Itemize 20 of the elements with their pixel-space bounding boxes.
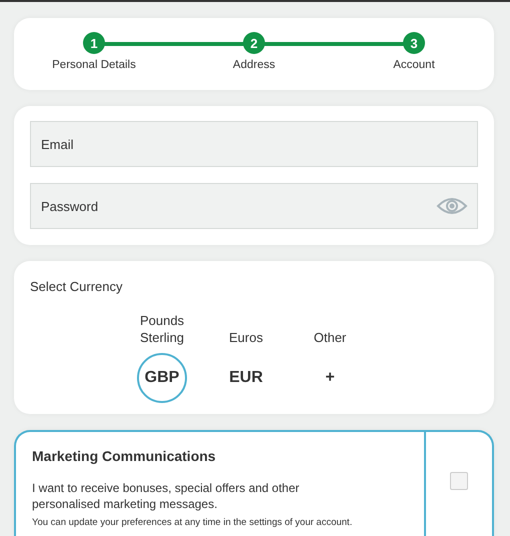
currency-option[interactable]: GBP (137, 352, 187, 402)
step-number: 2 (243, 32, 265, 54)
section-title: Marketing Communications (32, 447, 217, 466)
currency-name: Pounds Sterling (138, 312, 186, 346)
step-label: Account (393, 58, 435, 73)
currency-option[interactable]: EUR (221, 352, 271, 402)
step-number: 1 (83, 32, 105, 54)
currency-name: Euros (229, 328, 263, 346)
input-field[interactable]: Email (30, 121, 478, 167)
input-field[interactable]: Password (30, 183, 478, 229)
eye-icon[interactable] (436, 196, 468, 216)
step-number: 3 (403, 32, 425, 54)
currency-name: Other (314, 328, 346, 346)
currency-option[interactable]: + (305, 352, 355, 402)
checkbox[interactable] (450, 472, 468, 490)
step-label: Personal Details (52, 58, 136, 73)
note-text: You can update your preferences at any time in the settings of your account. (32, 516, 354, 530)
step-label: Address (232, 58, 276, 73)
consent-text: I want to receive bonuses, special offers and other personalised marketing messages. (32, 481, 300, 512)
section-title: Select Currency (30, 278, 124, 296)
